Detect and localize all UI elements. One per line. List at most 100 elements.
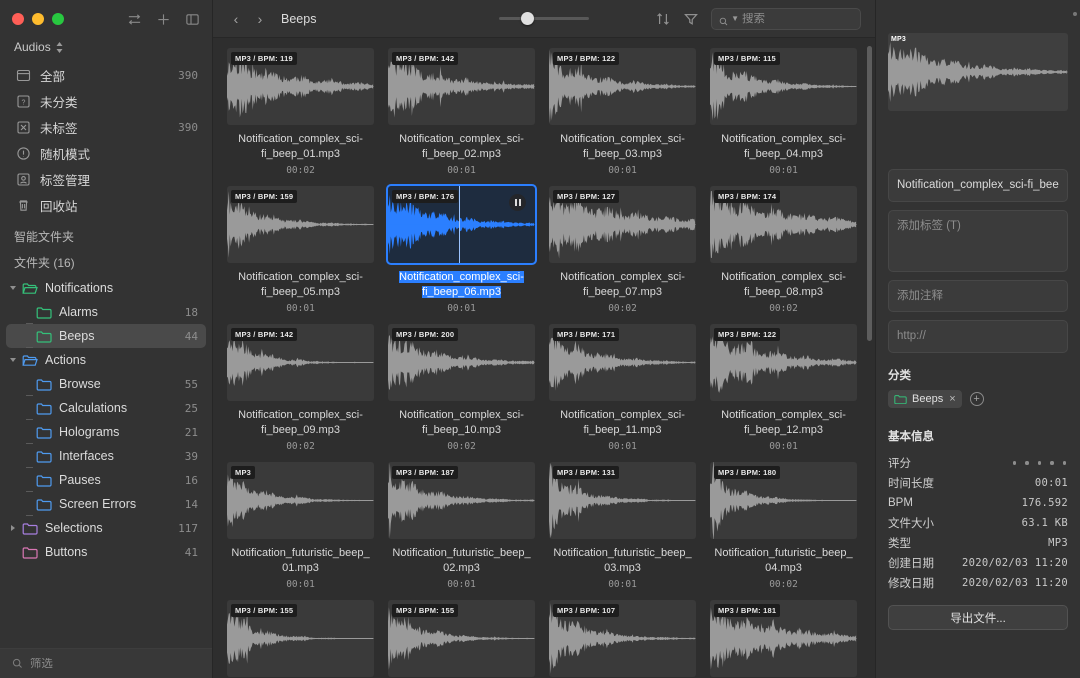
sidebar-item-untagged[interactable]: 未标签 390 [6,114,206,140]
asset-name: Notification_complex_sci-fi_beep_12.mp3 [721,409,846,436]
folder-tree-item-interfaces[interactable]: Interfaces 39 [6,444,206,468]
traffic-lights[interactable] [12,13,64,25]
rating-stars[interactable] [1012,461,1069,465]
asset-card[interactable]: MP3 / BPM: 200 Notification_complex_sci-f… [388,324,535,452]
asset-card[interactable]: MP3 / BPM: 142 Notification_complex_sci-f… [388,48,535,176]
format-bpm-badge: MP3 / BPM: 187 [392,466,459,480]
close-icon[interactable]: × [949,393,955,405]
asset-thumbnail[interactable]: MP3 / BPM: 131 [549,462,696,540]
asset-card[interactable]: MP3 / BPM: 159 Notification_complex_sci-f… [227,186,374,314]
asset-card[interactable]: MP3 / BPM: 142 Notification_complex_sci-f… [227,324,374,452]
title-field[interactable] [888,169,1068,202]
asset-thumbnail[interactable]: MP3 / BPM: 107 [549,600,696,678]
asset-thumbnail[interactable]: MP3 [227,462,374,540]
asset-card[interactable]: MP3 / BPM: 127 Notification_complex_sci-f… [549,186,696,314]
vertical-scrollbar[interactable] [867,46,872,341]
folder-tree-item-alarms[interactable]: Alarms 18 [6,300,206,324]
sidebar-item-trash[interactable]: 回收站 [6,192,206,218]
panel-resize-grip[interactable] [1073,12,1077,16]
asset-card[interactable]: MP3 / BPM: 181Notification_futuristic_be… [710,600,857,678]
sort-icon[interactable] [655,11,671,27]
asset-card[interactable]: MP3 / BPM: 115 Notification_complex_sci-f… [710,48,857,176]
asset-thumbnail[interactable]: MP3 / BPM: 180 [710,462,857,540]
asset-card[interactable]: MP3 / BPM: 155Notification_futuristic_be… [227,600,374,678]
asset-thumbnail[interactable]: MP3 / BPM: 127 [549,186,696,264]
sidebar-filter-input[interactable] [29,657,200,670]
asset-card[interactable]: MP3 / BPM: 187 Notification_futuristic_be… [388,462,535,590]
asset-card[interactable]: MP3 / BPM: 176 Notification_complex_sci-f… [386,184,537,314]
info-row: 创建日期 2020/02/03 11:20 [888,553,1068,573]
asset-thumbnail[interactable]: MP3 / BPM: 155 [227,600,374,678]
asset-name: Notification_complex_sci-fi_beep_02.mp3 [399,133,524,160]
asset-thumbnail[interactable]: MP3 / BPM: 187 [388,462,535,540]
export-file-button[interactable]: 导出文件... [888,605,1068,631]
disclosure-triangle[interactable] [6,358,20,362]
folder-tree-item-pauses[interactable]: Pauses 16 [6,468,206,492]
folder-tree-item-beeps[interactable]: Beeps 44 [6,324,206,348]
asset-card[interactable]: MP3 Notification_futuristic_beep_01.mp3 00… [227,462,374,590]
all-icon [16,68,31,83]
thumbnail-size-slider[interactable] [499,12,589,25]
folder-tree-item-buttons[interactable]: Buttons 41 [6,540,206,564]
folder-tree-item-notifications[interactable]: Notifications [6,276,206,300]
folder-tree-item-holograms[interactable]: Holograms 21 [6,420,206,444]
disclosure-triangle[interactable] [6,525,20,531]
sidebar-item-random[interactable]: 随机模式 [6,140,206,166]
asset-card[interactable]: MP3 / BPM: 119 Notification_complex_sci-f… [227,48,374,176]
folder-tree-item-actions[interactable]: Actions [6,348,206,372]
folder-tree-item-selections[interactable]: Selections 117 [6,516,206,540]
plus-circle-icon[interactable]: + [969,392,984,407]
asset-card[interactable]: MP3 / BPM: 155Notification_futuristic_be… [388,600,535,678]
tags-field[interactable] [888,209,1068,272]
folder-tree-item-browse[interactable]: Browse 55 [6,372,206,396]
search-box[interactable]: ▼ [711,7,861,30]
asset-thumbnail[interactable]: MP3 / BPM: 200 [388,324,535,402]
minimize-window-button[interactable] [32,13,44,25]
asset-thumbnail[interactable]: MP3 / BPM: 181 [710,600,857,678]
asset-card[interactable]: MP3 / BPM: 131 Notification_futuristic_be… [549,462,696,590]
inspector-panel: MP3 分类 Beeps × + 基本信息 评分时间长度 00:01 BPM 176.… [875,0,1080,678]
asset-thumbnail[interactable]: MP3 / BPM: 174 [710,186,857,264]
asset-thumbnail[interactable]: MP3 / BPM: 176 [386,184,537,266]
asset-thumbnail[interactable]: MP3 / BPM: 122 [710,324,857,402]
asset-thumbnail[interactable]: MP3 / BPM: 115 [710,48,857,125]
sidebar-item-tag-manager[interactable]: 标签管理 [6,166,206,192]
asset-thumbnail[interactable]: MP3 / BPM: 142 [388,48,535,125]
category-chip-beeps[interactable]: Beeps × [888,390,962,409]
playhead[interactable] [458,186,460,264]
asset-card[interactable]: MP3 / BPM: 180 Notification_futuristic_be… [710,462,857,590]
back-button[interactable]: ‹ [229,11,243,27]
toggle-sidebar-icon[interactable] [185,12,200,27]
disclosure-triangle[interactable] [6,286,20,290]
url-field[interactable] [888,320,1068,354]
asset-card[interactable]: MP3 / BPM: 174 Notification_complex_sci-f… [710,186,857,314]
folder-tree-item-calculations[interactable]: Calculations 25 [6,396,206,420]
asset-thumbnail[interactable]: MP3 / BPM: 142 [227,324,374,402]
asset-thumbnail[interactable]: MP3 / BPM: 122 [549,48,696,125]
main-content: ‹ › Beeps ▼ 搜索 MP3 / BPM: 119 Notificati… [213,0,875,678]
sync-icon[interactable] [127,12,142,27]
filter-icon[interactable] [683,11,699,27]
sidebar-item-uncategorized[interactable]: ? 未分类 [6,88,206,114]
library-selector[interactable]: Audios [0,38,212,62]
sidebar-item-all[interactable]: 全部 390 [6,62,206,88]
chevron-down-icon[interactable]: ▼ [731,14,739,23]
asset-card[interactable]: MP3 / BPM: 122 Notification_complex_sci-f… [549,48,696,176]
forward-button[interactable]: › [253,11,267,27]
maximize-window-button[interactable] [52,13,64,25]
asset-thumbnail[interactable]: MP3 / BPM: 119 [227,48,374,125]
close-window-button[interactable] [12,13,24,25]
asset-thumbnail[interactable]: MP3 / BPM: 171 [549,324,696,402]
asset-card[interactable]: MP3 / BPM: 171 Notification_complex_sci-f… [549,324,696,452]
asset-card[interactable]: MP3 / BPM: 122 Notification_complex_sci-f… [710,324,857,452]
pause-button[interactable] [509,194,526,212]
note-field[interactable] [888,279,1068,313]
add-icon[interactable] [156,12,171,27]
sidebar-filter-bar[interactable] [0,648,212,678]
search-input[interactable] [742,12,853,25]
slider-knob[interactable] [521,12,534,25]
asset-thumbnail[interactable]: MP3 / BPM: 155 [388,600,535,678]
asset-card[interactable]: MP3 / BPM: 107Notification_futuristic_be… [549,600,696,678]
asset-thumbnail[interactable]: MP3 / BPM: 159 [227,186,374,264]
folder-tree-item-screen-errors[interactable]: Screen Errors 14 [6,492,206,516]
